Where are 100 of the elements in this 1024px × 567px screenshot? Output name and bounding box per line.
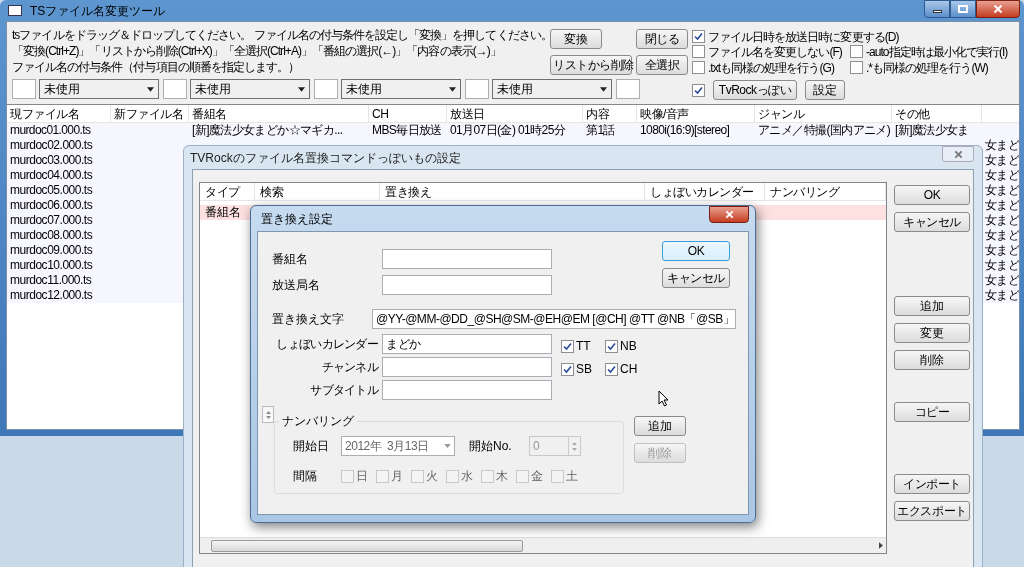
dialog-button[interactable]: 変更 — [894, 323, 970, 343]
dropdown[interactable]: 未使用 — [39, 79, 159, 99]
checkbox[interactable] — [561, 362, 574, 376]
checkbox[interactable] — [411, 469, 424, 483]
spin-control[interactable] — [262, 406, 274, 423]
order-number-field[interactable] — [314, 79, 338, 99]
column-header[interactable]: CH — [369, 105, 447, 122]
checkbox[interactable] — [692, 83, 705, 97]
order-number-field[interactable] — [12, 79, 36, 99]
table-cell-text: MBS毎日放送 — [371, 123, 443, 138]
column-header[interactable]: 現ファイル名 — [7, 105, 111, 122]
maximize-button[interactable] — [950, 0, 976, 18]
column-header[interactable]: 置き換え — [380, 183, 645, 200]
input-field[interactable]: まどか — [382, 334, 552, 354]
table-cell-text: murdoc12.000.ts — [9, 288, 94, 303]
table-cell: 女まど — [985, 288, 1019, 303]
dropdown[interactable]: 未使用 — [341, 79, 461, 99]
scroll-right-icon[interactable] — [879, 542, 883, 549]
action-button[interactable]: 閉じる — [636, 29, 688, 49]
checkbox[interactable] — [605, 362, 618, 376]
checkbox[interactable] — [516, 469, 529, 483]
instruction-text: 「変換(Ctrl+Z)」「リストから削除(Ctrl+X)」「全選択(Ctrl+A)」「番組の選択(←)」「内容の表示(→)」 — [12, 43, 502, 59]
table-cell-text: murdoc02.000.ts — [9, 138, 94, 153]
column-header[interactable]: ジャンル — [755, 105, 892, 122]
column-header[interactable]: しょぼいカレンダー — [645, 183, 765, 200]
order-number-field[interactable] — [465, 79, 489, 99]
input-field[interactable] — [382, 357, 552, 377]
column-header[interactable]: 新ファイル名 — [111, 105, 189, 122]
table-cell-text: murdoc10.000.ts — [9, 258, 94, 273]
flag-label: SB — [576, 361, 592, 378]
dropdown-arrow-icon[interactable] — [600, 86, 607, 92]
checkbox[interactable] — [605, 339, 618, 353]
checkbox[interactable] — [376, 469, 389, 483]
dialog-button[interactable]: コピー — [894, 402, 970, 422]
dropdown-arrow-icon[interactable] — [147, 86, 154, 92]
checkbox[interactable] — [692, 45, 705, 58]
table-cell-text: murdoc07.000.ts — [9, 213, 94, 228]
option-label: ファイル名を変更しない(F) — [708, 43, 842, 61]
checkbox[interactable] — [481, 469, 494, 483]
field-label: 間隔 — [293, 468, 318, 485]
action-button[interactable]: リストから削除 — [550, 54, 632, 75]
column-header[interactable]: 検索 — [255, 183, 380, 200]
table-cell-text: murdoc05.000.ts — [9, 183, 94, 198]
checkbox[interactable] — [561, 339, 574, 353]
checkbox[interactable] — [446, 469, 459, 483]
checkbox[interactable] — [551, 469, 564, 483]
input-field[interactable] — [382, 380, 552, 400]
checkbox[interactable] — [692, 30, 705, 43]
column-header[interactable]: その他 — [892, 105, 982, 122]
checkbox[interactable] — [850, 61, 863, 74]
horizontal-scrollbar[interactable] — [200, 537, 886, 553]
table-cell-text: murdoc01.000.ts — [9, 123, 92, 138]
column-header[interactable]: タイプ — [200, 183, 255, 200]
ok-button[interactable]: OK — [662, 241, 730, 261]
scrollbar-thumb[interactable] — [211, 539, 523, 552]
dialog-button[interactable]: キャンセル — [894, 212, 970, 232]
column-header[interactable]: 放送日 — [447, 105, 583, 122]
table-cell: 女まど — [985, 228, 1019, 243]
group-legend: ナンバリング — [279, 412, 357, 430]
dropdown[interactable]: 未使用 — [492, 79, 612, 99]
column-header[interactable]: 番組名 — [189, 105, 369, 122]
instruction-text: tsファイルをドラッグ＆ドロップしてください。 ファイル名の付与条件を設定し「変換」を押してください。 — [12, 27, 550, 43]
dropdown-arrow-icon[interactable] — [298, 86, 305, 92]
input-field[interactable] — [382, 275, 552, 295]
table-cell-text: 01月07日(金) 01時25分 — [449, 123, 567, 138]
settings-button[interactable]: 設定 — [805, 80, 845, 100]
column-header[interactable]: 映像/音声 — [637, 105, 755, 122]
column-header[interactable]: 内容 — [583, 105, 637, 122]
dialog-button[interactable]: エクスポート — [894, 501, 970, 521]
table-cell: 女まど — [985, 153, 1019, 168]
weekday-label: 木 — [496, 468, 508, 485]
action-button[interactable]: 変換 — [550, 29, 602, 49]
input-field[interactable]: @YY-@MM-@DD_@SH@SM-@EH@EM [@CH] @TT @NB「@SB」 — [372, 309, 736, 329]
column-header[interactable]: ナンバリング — [765, 183, 886, 200]
table-cell: 女まど — [985, 198, 1019, 213]
tvrock-button[interactable]: TvRockっぽい — [713, 80, 797, 100]
dialog-button[interactable]: 追加 — [894, 296, 970, 316]
dropdown[interactable]: 未使用 — [190, 79, 310, 99]
weekday-label: 日 — [356, 468, 368, 485]
table-cell: 女まど — [985, 213, 1019, 228]
order-number-field[interactable] — [163, 79, 187, 99]
checkbox[interactable] — [850, 45, 863, 58]
checkbox[interactable] — [692, 61, 705, 74]
up-arrow-icon[interactable] — [265, 410, 271, 414]
table-cell-text: murdoc06.000.ts — [9, 198, 94, 213]
order-number-field[interactable] — [616, 79, 640, 99]
dialog-button[interactable]: OK — [894, 185, 970, 205]
numbering-button[interactable]: 追加 — [634, 416, 686, 436]
close-icon[interactable] — [953, 149, 963, 159]
dropdown-arrow-icon[interactable] — [449, 86, 456, 92]
minimize-button[interactable] — [924, 0, 950, 18]
checkbox[interactable] — [341, 469, 354, 483]
down-arrow-icon[interactable] — [265, 415, 271, 419]
weekday-label: 火 — [426, 468, 438, 485]
cancel-button[interactable]: キャンセル — [662, 268, 730, 288]
table-cell: 女まど — [985, 273, 1019, 288]
input-field[interactable] — [382, 249, 552, 269]
dialog-button[interactable]: インポート — [894, 474, 970, 494]
action-button[interactable]: 全選択 — [636, 54, 688, 75]
dialog-button[interactable]: 削除 — [894, 350, 970, 370]
